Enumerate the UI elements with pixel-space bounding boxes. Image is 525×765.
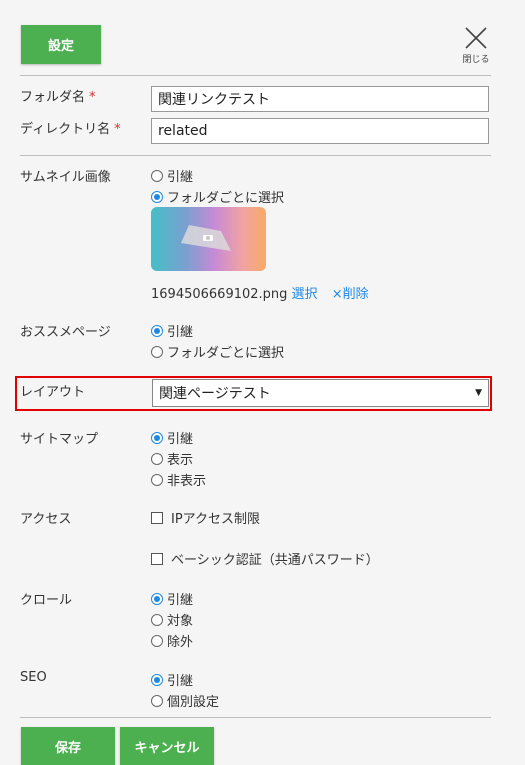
- layout-select-value: 関連ページテスト: [159, 386, 271, 402]
- option-label: 引継: [167, 674, 194, 689]
- folder-name-label-text: フォルダ名: [20, 90, 86, 105]
- directory-name-label-text: ディレクトリ名: [20, 122, 111, 137]
- radio-selected-icon: [151, 431, 163, 444]
- divider: [20, 155, 491, 156]
- seo-individual-radio[interactable]: 個別設定: [151, 691, 219, 710]
- crawl-inherit-radio[interactable]: 引継: [151, 589, 193, 608]
- dropdown-arrow-icon: ▼: [475, 388, 482, 398]
- thumbnail-label: サムネイル画像: [20, 170, 111, 185]
- required-mark: *: [114, 122, 121, 137]
- option-label: 対象: [167, 614, 194, 629]
- recommended-label: おススメページ: [20, 325, 111, 340]
- option-label: フォルダごとに選択: [167, 191, 285, 206]
- directory-name-input[interactable]: related: [151, 118, 489, 144]
- radio-icon: [151, 694, 163, 707]
- layout-label: レイアウト: [20, 385, 86, 400]
- directory-name-label: ディレクトリ名 *: [20, 118, 121, 137]
- crawl-exclude-radio[interactable]: 除外: [151, 631, 193, 650]
- thumbnail-select-link[interactable]: 選択: [292, 287, 318, 302]
- sitemap-show-radio[interactable]: 表示: [151, 449, 193, 468]
- divider: [20, 75, 491, 76]
- radio-icon: [151, 473, 163, 486]
- close-label: 閉じる: [462, 55, 490, 65]
- thumbnail-file-row: 1694506669102.png 選択 ×削除: [151, 283, 369, 302]
- cancel-button[interactable]: キャンセル: [120, 727, 214, 765]
- radio-icon: [151, 613, 163, 626]
- save-button[interactable]: 保存: [21, 727, 115, 765]
- option-label: 引継: [167, 325, 194, 340]
- thumbnail-delete-link[interactable]: ×削除: [332, 287, 369, 302]
- option-label: 個別設定: [167, 695, 220, 710]
- crawl-label: クロール: [20, 593, 73, 608]
- layout-select[interactable]: 関連ページテスト ▼: [152, 379, 489, 407]
- option-label: 除外: [167, 635, 194, 650]
- seo-label: SEO: [20, 670, 47, 685]
- recommended-inherit-radio[interactable]: 引継: [151, 321, 193, 340]
- divider: [20, 717, 491, 718]
- sitemap-inherit-radio[interactable]: 引継: [151, 428, 193, 447]
- required-mark: *: [89, 90, 96, 105]
- option-label: ベーシック認証（共通パスワード）: [171, 553, 379, 568]
- seo-inherit-radio[interactable]: 引継: [151, 670, 193, 689]
- ip-restriction-checkbox[interactable]: IPアクセス制限: [151, 508, 260, 527]
- thumbnail-per-folder-radio[interactable]: フォルダごとに選択: [151, 187, 284, 206]
- option-label: フォルダごとに選択: [167, 346, 285, 361]
- radio-selected-icon: [151, 592, 163, 605]
- option-label: 表示: [167, 453, 194, 468]
- radio-selected-icon: [151, 673, 163, 686]
- thumbnail-filename: 1694506669102.png: [151, 287, 288, 302]
- option-label: 引継: [167, 593, 194, 608]
- checkbox-icon: [151, 552, 163, 565]
- crawl-target-radio[interactable]: 対象: [151, 610, 193, 629]
- sitemap-label: サイトマップ: [20, 432, 99, 447]
- recommended-per-folder-radio[interactable]: フォルダごとに選択: [151, 342, 284, 361]
- close-icon: [465, 27, 487, 49]
- option-label: IPアクセス制限: [171, 512, 261, 527]
- folder-name-input[interactable]: 関連リンクテスト: [151, 86, 489, 112]
- option-label: 引継: [167, 432, 194, 447]
- radio-selected-icon: [151, 190, 163, 203]
- option-label: 非表示: [167, 474, 207, 489]
- radio-icon: [151, 452, 163, 465]
- image-placeholder-icon: [181, 225, 231, 251]
- basic-auth-checkbox[interactable]: ベーシック認証（共通パスワード）: [151, 549, 379, 568]
- radio-icon: [151, 634, 163, 647]
- access-label: アクセス: [20, 512, 72, 527]
- checkbox-icon: [151, 511, 163, 524]
- folder-name-label: フォルダ名 *: [20, 86, 96, 105]
- radio-icon: [151, 345, 163, 358]
- sitemap-hide-radio[interactable]: 非表示: [151, 470, 206, 489]
- thumbnail-inherit-radio[interactable]: 引継: [151, 166, 193, 185]
- thumbnail-image: [151, 207, 266, 271]
- option-label: 引継: [167, 170, 194, 185]
- close-button[interactable]: 閉じる: [458, 26, 494, 66]
- radio-icon: [151, 169, 163, 182]
- settings-button[interactable]: 設定: [21, 25, 101, 64]
- radio-selected-icon: [151, 324, 163, 337]
